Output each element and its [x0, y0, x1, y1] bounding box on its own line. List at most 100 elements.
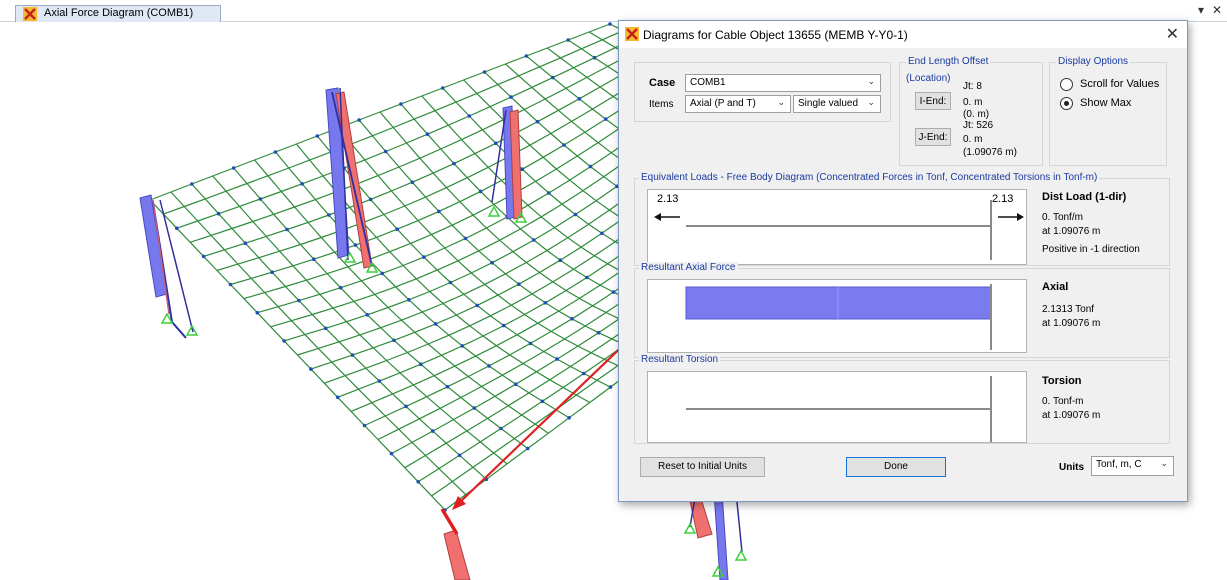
axial-location: at 1.09076 m — [1042, 318, 1101, 329]
mesh-node — [494, 141, 498, 146]
mesh-node — [608, 385, 613, 389]
mesh-node — [487, 364, 491, 368]
mesh-line — [254, 159, 549, 434]
tab-list-dropdown-icon[interactable]: ▾ — [1198, 3, 1204, 17]
display-options-title: Display Options — [1056, 56, 1131, 68]
torsion-group: Resultant Torsion Torsion 0. Tonf-m at 1… — [634, 354, 1170, 444]
units-dropdown[interactable]: Tonf, m, C ⌄ — [1091, 456, 1174, 476]
mesh-node — [338, 285, 343, 290]
mesh-node — [577, 97, 582, 101]
document-tab-strip: Axial Force Diagram (COMB1) ▾ ✕ — [0, 0, 1227, 22]
torsion-location: at 1.09076 m — [1042, 410, 1101, 421]
mesh-node — [231, 166, 236, 170]
torsion-value: 0. Tonf-m — [1042, 396, 1084, 407]
mesh-node — [323, 326, 328, 331]
diagrams-for-cable-dialog: Diagrams for Cable Object 13655 (MEMB Y-… — [618, 20, 1188, 502]
support-icon — [683, 522, 697, 534]
mesh-node — [350, 353, 355, 357]
mesh-node — [255, 310, 260, 315]
mesh-node — [270, 270, 274, 274]
location-label: (Location) — [906, 73, 951, 84]
close-document-icon[interactable]: ✕ — [1212, 3, 1222, 17]
mesh-node — [300, 182, 304, 186]
mast-bottom — [443, 491, 743, 580]
mesh-node — [558, 258, 563, 262]
mesh-node — [513, 382, 518, 387]
dist-load-location: at 1.09076 m — [1042, 226, 1101, 237]
mesh-node — [475, 303, 480, 308]
items-value: Axial (P and T) — [690, 98, 756, 109]
mesh-node — [499, 426, 503, 431]
items-mode-value: Single valued — [798, 98, 859, 109]
mesh-node — [362, 423, 367, 428]
mesh-node — [567, 416, 571, 420]
show-max-radio[interactable]: Show Max — [1060, 97, 1131, 110]
torsion-plot — [686, 376, 992, 442]
scroll-for-values-radio[interactable]: Scroll for Values — [1060, 78, 1159, 91]
mast-left — [139, 194, 194, 339]
reset-units-button[interactable]: Reset to Initial Units — [640, 457, 765, 477]
mesh-node — [490, 260, 494, 265]
j-end-value: 0. m — [963, 134, 983, 145]
mesh-line — [176, 36, 637, 229]
mesh-node — [433, 322, 438, 326]
dialog-title: Diagrams for Cable Object 13655 (MEMB Y-… — [643, 28, 908, 42]
mesh-node — [353, 243, 358, 247]
mesh-node — [520, 167, 525, 171]
mesh-node — [570, 317, 574, 321]
mesh-node — [315, 134, 320, 138]
mesh-node — [528, 341, 533, 346]
mesh-node — [463, 236, 468, 241]
done-button[interactable]: Done — [846, 457, 946, 477]
mesh-node — [540, 399, 545, 404]
mesh-node — [285, 227, 289, 232]
mesh-node — [467, 114, 472, 118]
mesh-node — [431, 429, 435, 433]
mesh-node — [228, 282, 233, 287]
items-dropdown[interactable]: Axial (P and T) ⌄ — [685, 95, 791, 113]
chevron-down-icon: ⌄ — [867, 97, 875, 107]
mesh-node — [551, 75, 555, 80]
i-end-value: 0. m — [963, 97, 983, 108]
chevron-down-icon: ⌄ — [867, 76, 875, 86]
torsion-group-title: Resultant Torsion — [639, 354, 721, 366]
case-dropdown[interactable]: COMB1 ⌄ — [685, 74, 881, 92]
mesh-node — [419, 362, 423, 367]
mesh-node — [273, 150, 278, 154]
mesh-node — [368, 197, 373, 202]
dist-load-title: Dist Load (1-dir) — [1042, 191, 1127, 203]
sap2000-app-icon — [625, 27, 639, 46]
mesh-node — [608, 22, 612, 26]
document-tab[interactable]: Axial Force Diagram (COMB1) — [15, 5, 221, 22]
mesh-node — [445, 384, 450, 389]
i-end-button[interactable]: I-End: — [915, 92, 951, 110]
mesh-node — [357, 118, 361, 122]
j-end-button[interactable]: J-End: — [915, 128, 951, 146]
mesh-node — [243, 241, 248, 245]
mesh-node — [457, 453, 462, 458]
axial-value: 2.1313 Tonf — [1042, 304, 1095, 315]
mesh-node — [524, 54, 529, 58]
display-options-group: Display Options Scroll for Values Show M… — [1049, 56, 1167, 166]
mesh-node — [509, 95, 513, 99]
close-icon[interactable]: ✕ — [1166, 24, 1179, 44]
mesh-node — [425, 132, 430, 136]
chevron-down-icon: ⌄ — [1160, 458, 1168, 468]
mesh-node — [365, 313, 370, 317]
app-window: Axial Force Diagram (COMB1) ▾ ✕ Diagrams… — [0, 0, 1227, 580]
mesh-node — [312, 257, 316, 261]
scroll-for-values-label: Scroll for Values — [1080, 78, 1160, 90]
mesh-node — [282, 339, 286, 343]
torsion-diagram — [647, 371, 1027, 443]
mesh-node — [482, 70, 487, 74]
free-body-diagram: 2.13 2.13 — [647, 189, 1027, 265]
items-mode-dropdown[interactable]: Single valued ⌄ — [793, 95, 881, 113]
torsion-title: Torsion — [1042, 375, 1082, 387]
mesh-node — [478, 189, 483, 194]
mesh-node — [327, 213, 331, 217]
show-max-label: Show Max — [1080, 97, 1132, 109]
chevron-down-icon: ⌄ — [777, 97, 785, 107]
mesh-node — [472, 406, 477, 410]
mesh-node — [258, 197, 263, 201]
left-force-value: 2.13 — [657, 193, 679, 205]
